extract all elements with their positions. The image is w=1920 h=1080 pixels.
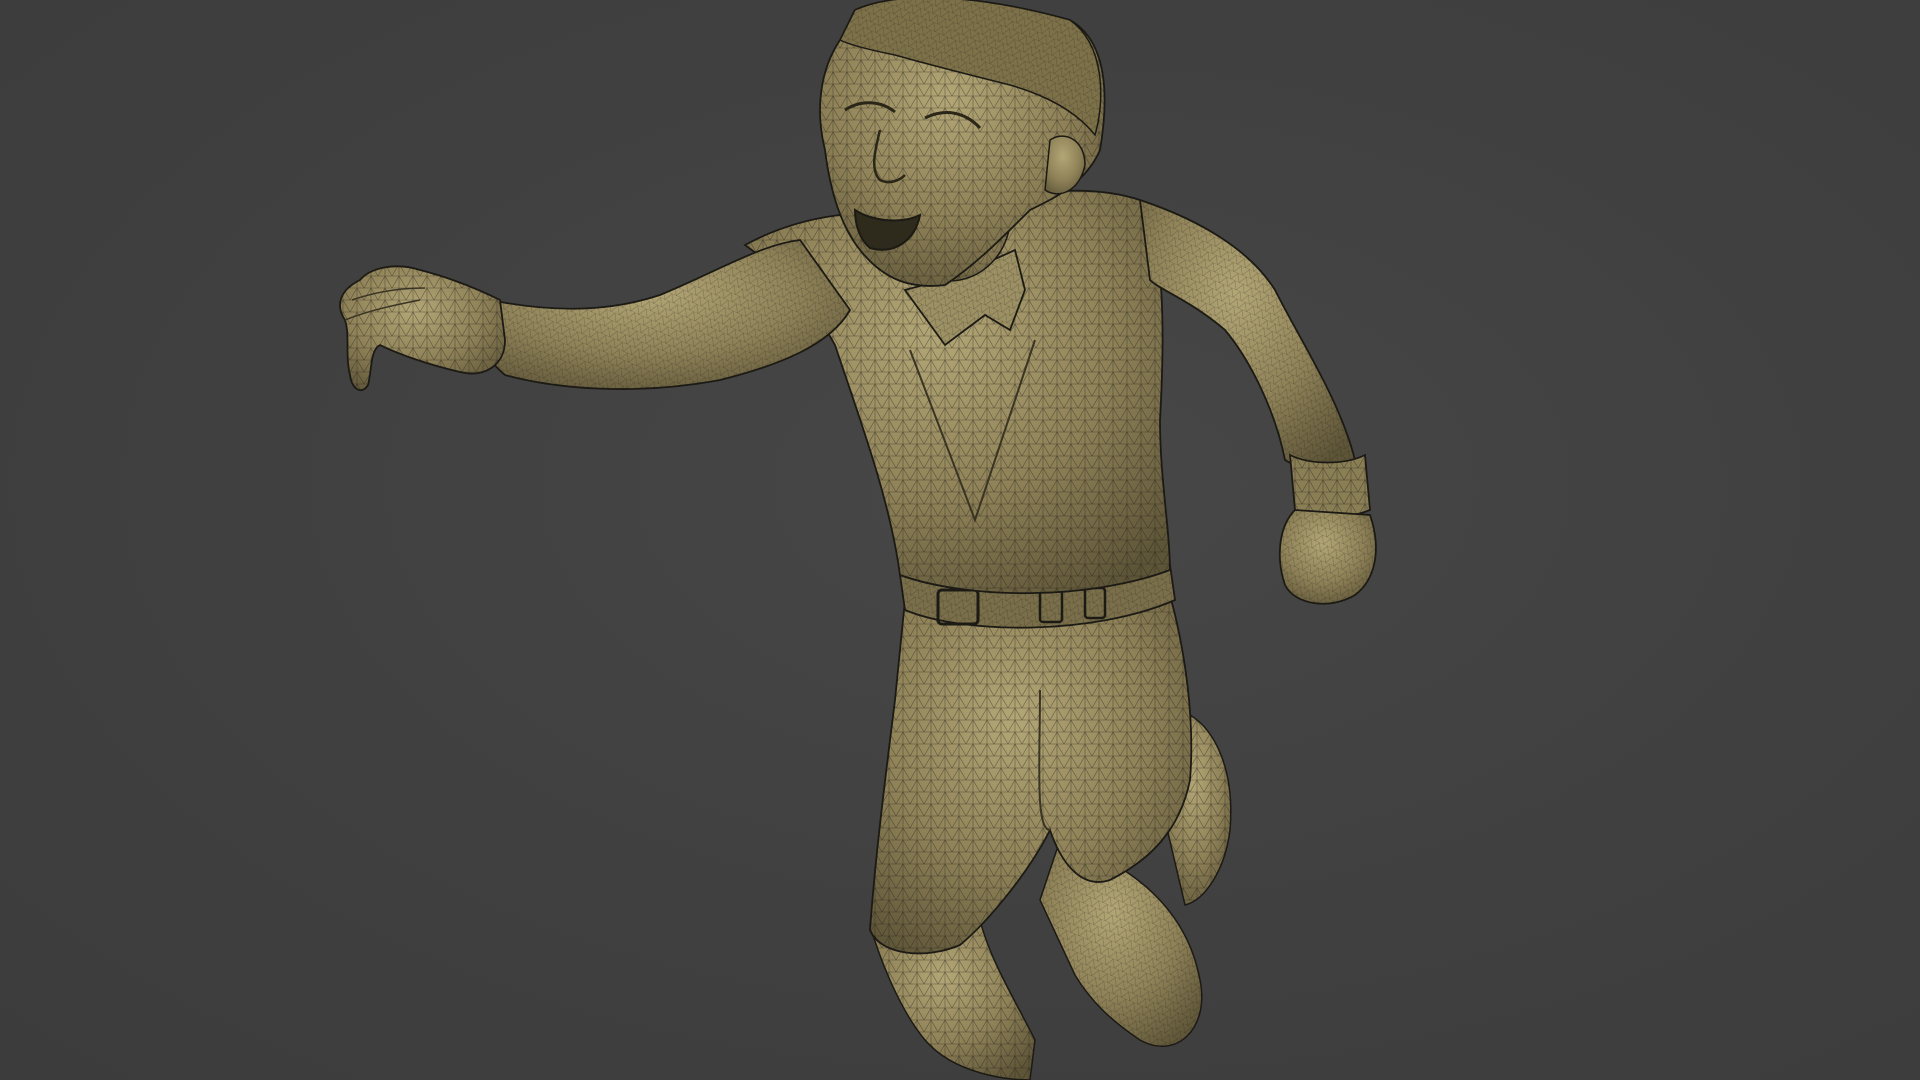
bent-arm xyxy=(1138,198,1377,605)
hand xyxy=(339,265,506,392)
mesh-render xyxy=(339,0,1377,1080)
extended-arm xyxy=(478,239,852,390)
3d-viewport[interactable] xyxy=(0,0,1920,1080)
